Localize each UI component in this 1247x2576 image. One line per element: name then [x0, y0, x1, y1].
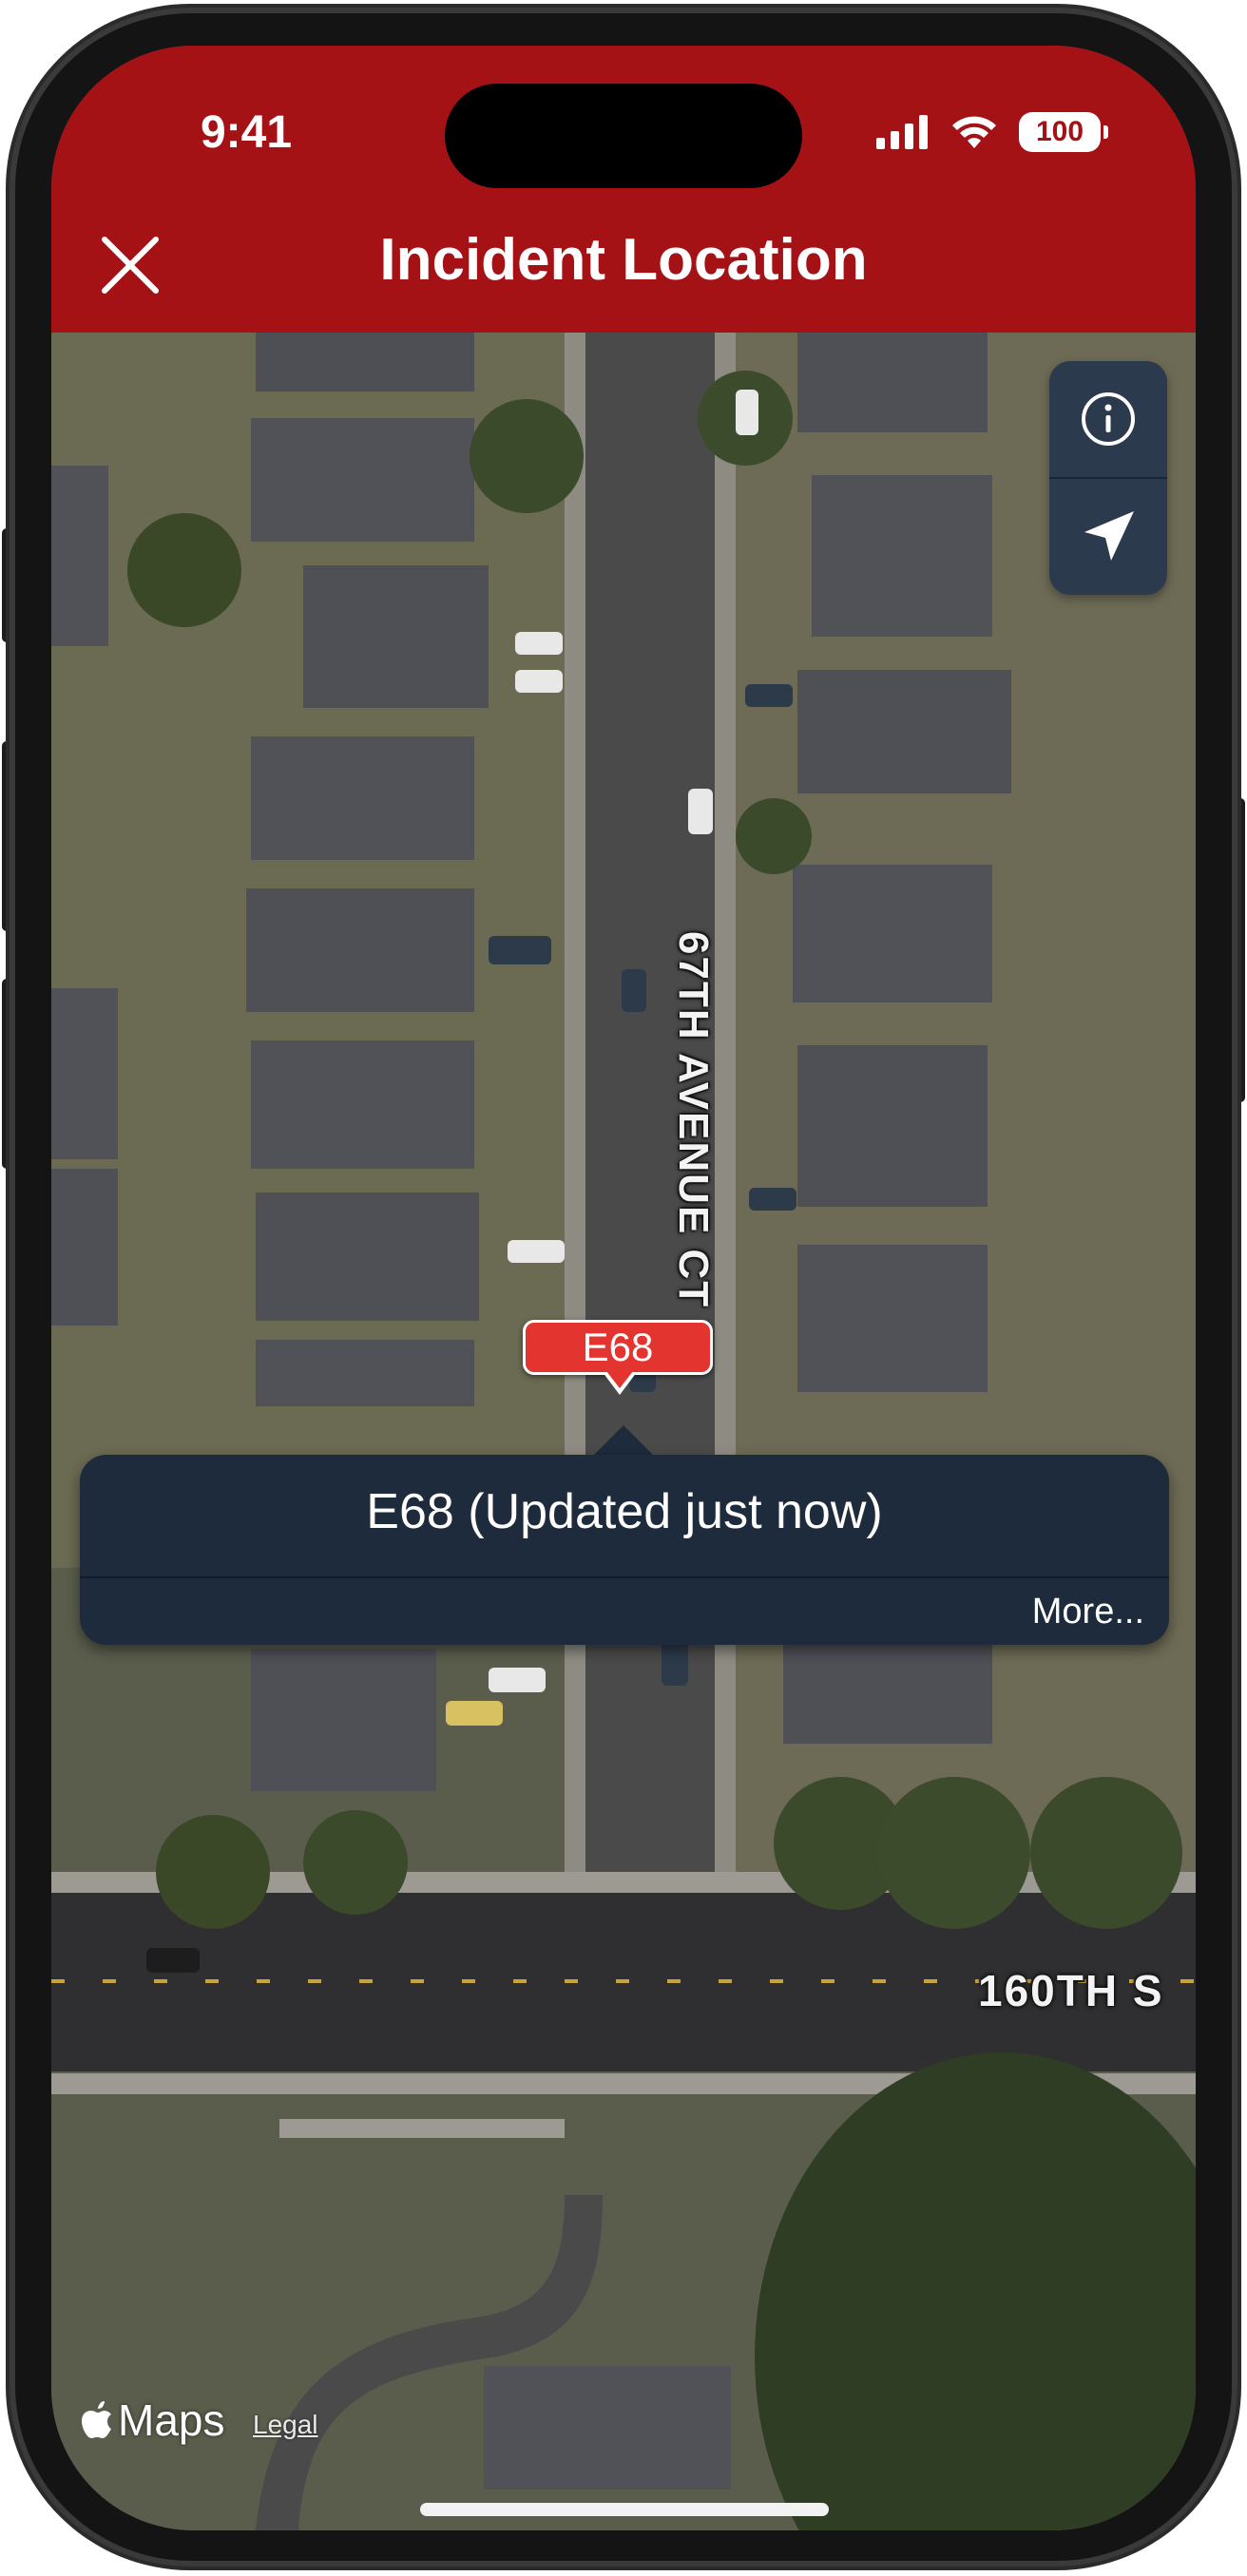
- status-time: 9:41: [200, 107, 293, 158]
- map-controls: [1049, 361, 1167, 595]
- callout-title: E68 (Updated just now): [366, 1484, 883, 1539]
- wifi-icon: [952, 116, 996, 148]
- apple-maps-logo: Maps: [80, 2395, 224, 2446]
- more-link[interactable]: More...: [1032, 1592, 1144, 1632]
- unit-callout[interactable]: E68 (Updated just now) More...: [80, 1455, 1169, 1645]
- info-icon: [1082, 392, 1135, 446]
- info-button[interactable]: [1049, 361, 1167, 477]
- cellular-signal-icon: [876, 115, 928, 149]
- callout-divider: [80, 1576, 1169, 1578]
- street-label-160th: 160TH S: [978, 1966, 1164, 2015]
- unit-marker[interactable]: E68: [523, 1320, 713, 1375]
- location-arrow-icon: [1084, 511, 1134, 561]
- callout-arrow: [593, 1425, 654, 1456]
- status-indicators: 100: [876, 112, 1108, 152]
- map-view[interactable]: 67TH AVENUE CT E 160TH S E68 E68 (Update…: [51, 333, 1196, 2530]
- unit-marker-pointer-fill: [606, 1371, 633, 1388]
- legal-link[interactable]: Legal: [253, 2410, 318, 2440]
- apple-logo-icon: [82, 2401, 111, 2438]
- battery-indicator: 100: [1019, 112, 1108, 152]
- page-title: Incident Location: [379, 227, 868, 293]
- home-indicator[interactable]: [420, 2503, 829, 2516]
- header: 9:41 100 Incident Location: [51, 46, 1196, 333]
- street-label-67th-avenue: 67TH AVENUE CT E: [670, 931, 717, 1352]
- maps-label: Maps: [118, 2395, 225, 2445]
- screen: 9:41 100 Incident Location 67TH AVENUE C…: [51, 46, 1196, 2530]
- dynamic-island: [445, 84, 802, 188]
- locate-button[interactable]: [1049, 479, 1167, 595]
